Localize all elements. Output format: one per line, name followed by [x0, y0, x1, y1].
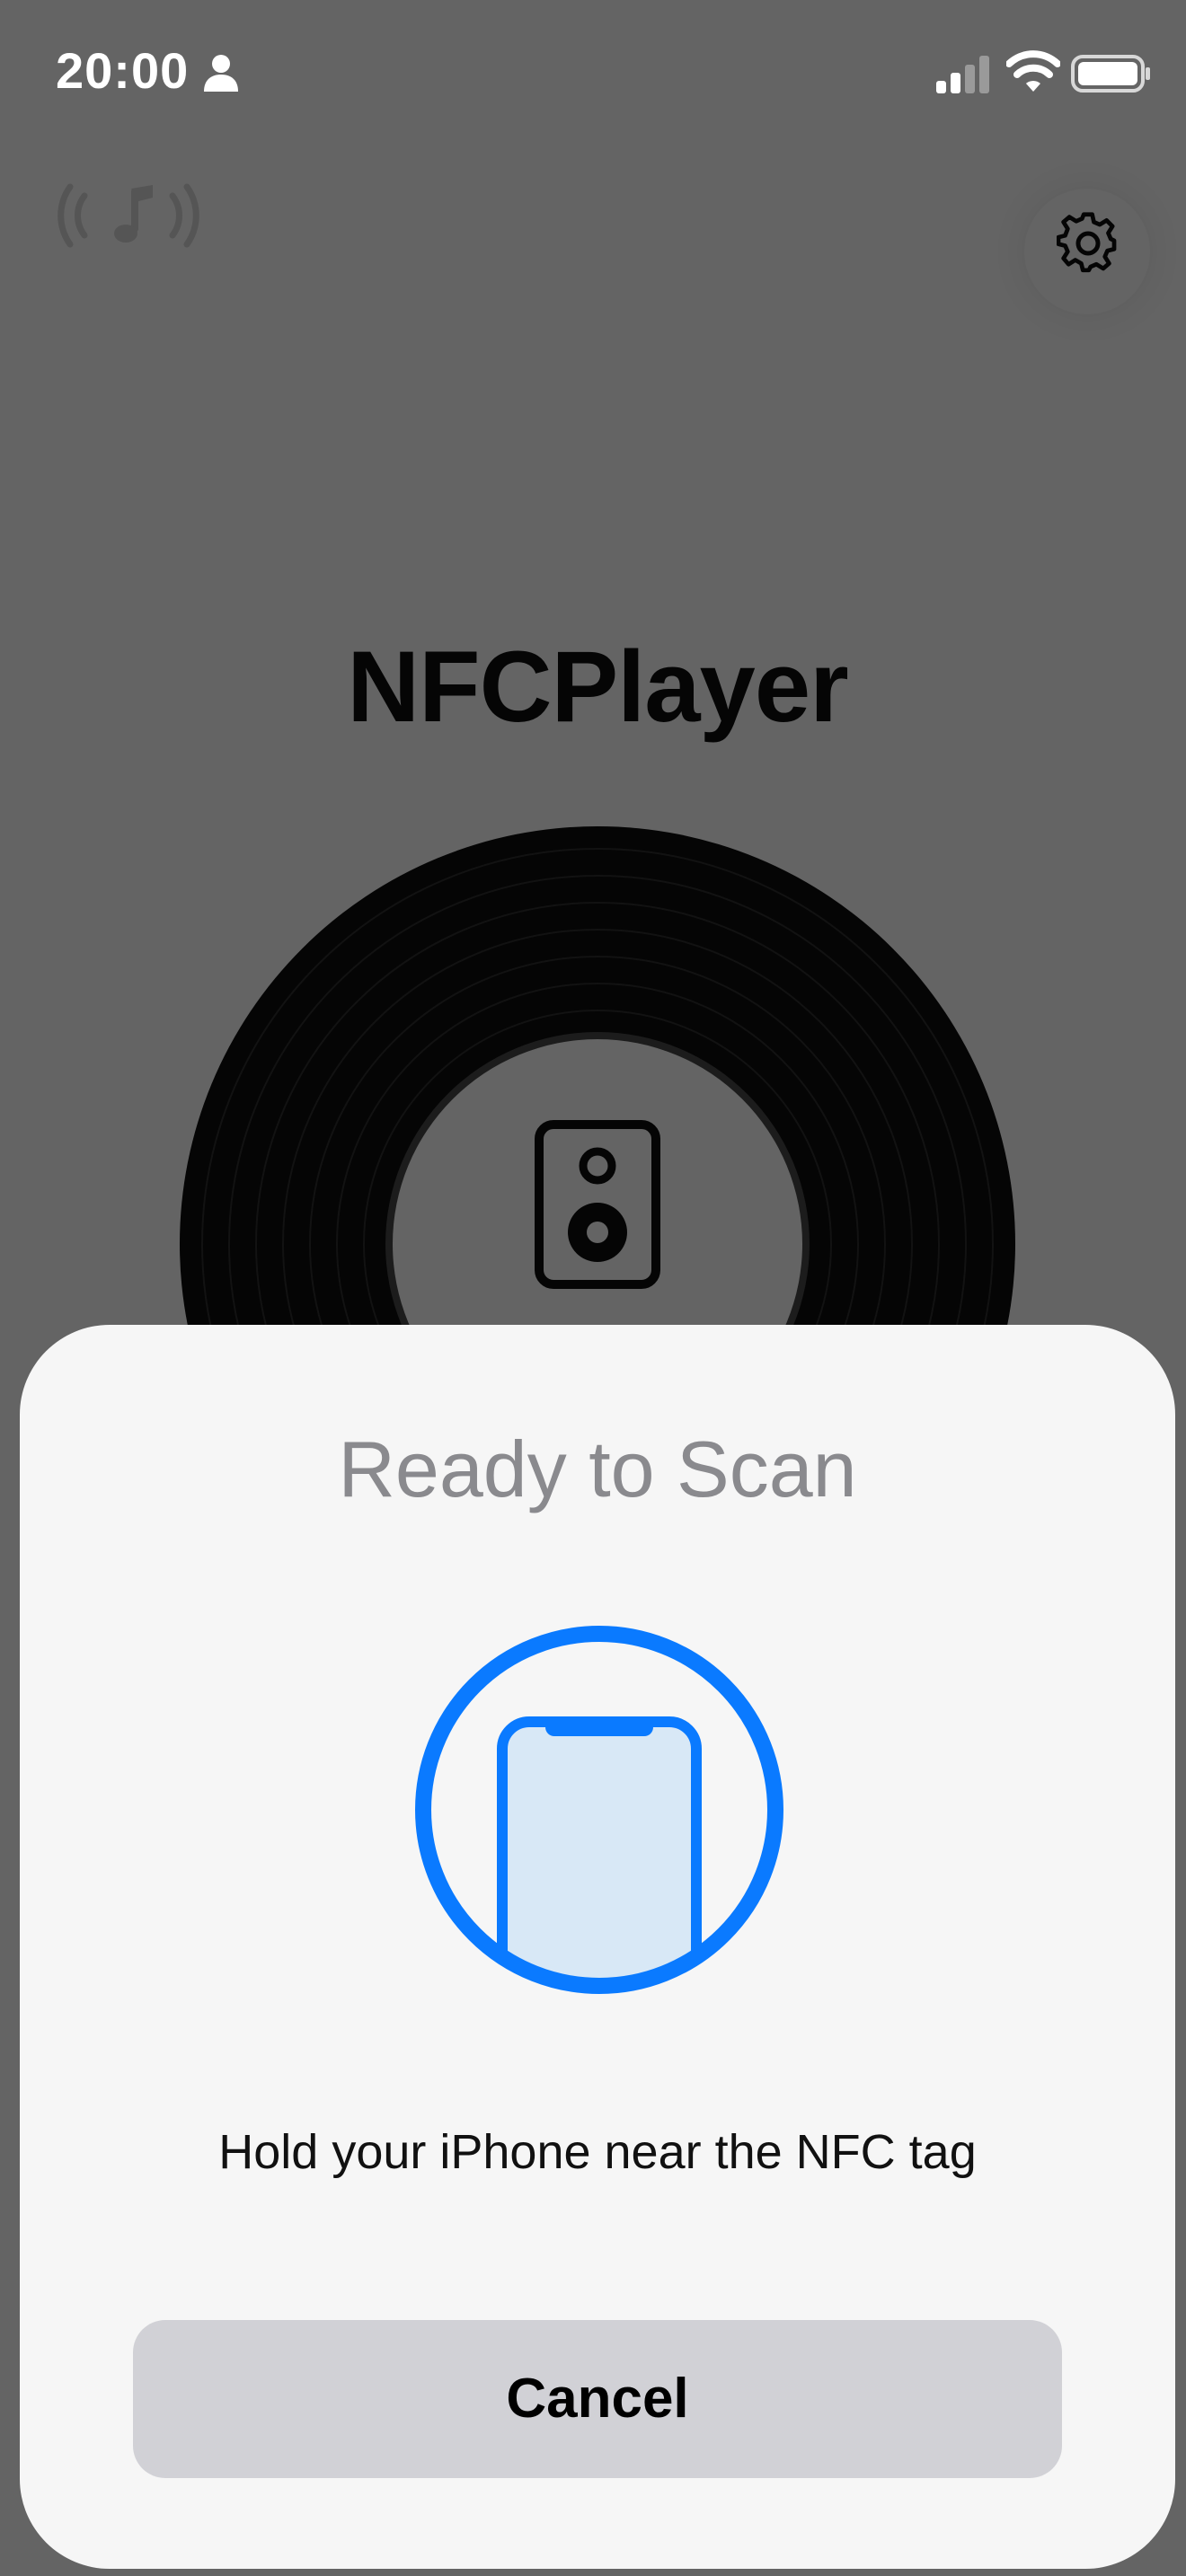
wifi-icon: [1006, 50, 1060, 92]
scan-sheet: Ready to Scan Hold your iPhone near the …: [20, 1325, 1175, 2569]
nfc-player-screen: 20:00 NFCPlayer Ready to Scan Hold your …: [0, 0, 1186, 2576]
status-time: 20:00: [56, 42, 190, 99]
nfc-music-icon[interactable]: [52, 180, 205, 251]
settings-button[interactable]: [1024, 189, 1150, 314]
cellular-signal-icon: [936, 56, 989, 93]
person-icon: [204, 55, 238, 92]
battery-icon: [1071, 55, 1150, 93]
cancel-button[interactable]: Cancel: [133, 2320, 1062, 2478]
gear-icon: [1057, 212, 1117, 273]
app-title: NFCPlayer: [347, 631, 848, 743]
status-bar: 20:00: [0, 0, 1186, 148]
iphone-scan-icon: [415, 1626, 783, 1994]
scan-instruction: Hold your iPhone near the NFC tag: [218, 2125, 977, 2179]
sheet-title: Ready to Scan: [338, 1425, 857, 1513]
